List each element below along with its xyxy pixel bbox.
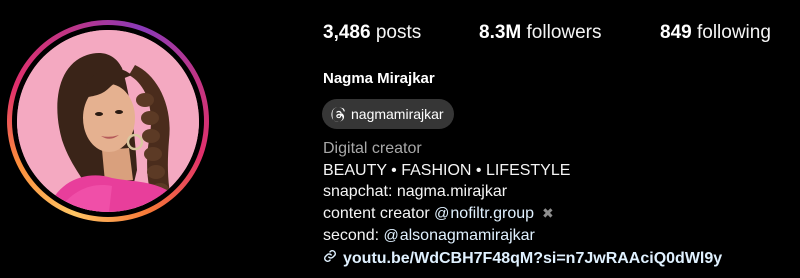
threads-handle: nagmamirajkar [351, 106, 444, 122]
threads-mention-icon: @ [383, 227, 399, 244]
posts-count: 3,486 posts [323, 22, 422, 43]
bio-line-1: BEAUTY • FASHION • LIFESTYLE [323, 162, 571, 179]
story-ring[interactable] [7, 20, 209, 222]
bio-line-2: snapchat: nagma.mirajkar [323, 183, 508, 200]
profile-category: Digital creator [323, 140, 422, 157]
profile-full-name: Nagma Mirajkar [323, 70, 435, 87]
followers-link[interactable]: 8.3M followers [479, 22, 602, 44]
threads-mention-icon: @ [434, 205, 450, 222]
avatar-photo [17, 30, 199, 212]
threads-badge-button[interactable]: nagmamirajkar [322, 99, 454, 129]
avatar[interactable] [17, 30, 199, 212]
mention-nofiltr-link[interactable]: @nofiltr.group [434, 205, 534, 222]
threads-icon [330, 106, 346, 122]
following-link[interactable]: 849 following [660, 22, 771, 44]
link-icon [323, 249, 337, 268]
link-text: youtu.be/WdCBH7F48qM?si=n7JwRAAciQ0dWl9y [343, 249, 723, 267]
profile-external-link[interactable]: youtu.be/WdCBH7F48qM?si=n7JwRAAciQ0dWl9y [323, 249, 722, 268]
bio-line-4-prefix: second: [323, 227, 384, 244]
bio-line-3: content creator @nofiltr.group ✖ [323, 205, 554, 223]
close-icon[interactable]: ✖ [542, 205, 554, 222]
bio-line-4: second: @alsonagmamirajkar [323, 227, 535, 245]
mention-second-account-link[interactable]: @alsonagmamirajkar [383, 227, 534, 244]
bio-line-3-prefix: content creator [323, 205, 435, 222]
profile-header: 3,486 posts 8.3M followers 849 following… [0, 0, 800, 278]
